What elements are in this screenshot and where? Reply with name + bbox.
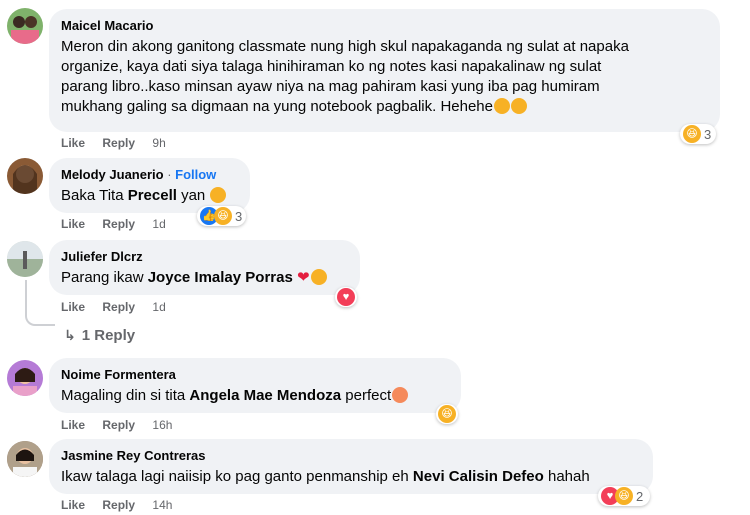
comment-author[interactable]: Juliefer Dlcrz [61,248,348,266]
tagged-user-link[interactable]: Angela Mae Mendoza [189,387,341,404]
avatar[interactable] [7,360,43,396]
comment-actions: Like Reply 1d [61,216,180,232]
reaction-summary[interactable]: 👍 😆 3 [197,206,246,226]
comment-text: Ikaw talaga lagi naiisip ko pag ganto pe… [61,468,590,485]
reply-button[interactable]: Reply [102,498,135,512]
reply-button[interactable]: Reply [102,217,135,231]
comment-actions: Like Reply 16h [61,417,186,433]
haha-emoji-icon [493,98,510,114]
haha-emoji-icon: 😆 [438,405,456,423]
avatar[interactable] [7,8,43,44]
heart-emoji-icon: ❤ [296,269,310,286]
reply-button[interactable]: Reply [102,300,135,314]
comment-author[interactable]: Noime Formentera [61,366,449,384]
avatar[interactable] [7,158,43,194]
tagged-user-link[interactable]: Nevi Calisin Defeo [413,468,544,485]
tagged-user-link[interactable]: Joyce Imalay Porras [148,269,293,286]
haha-emoji-icon: 😆 [214,207,232,225]
comment-bubble: Maicel Macario Meron din akong ganitong … [49,9,720,132]
tagged-user-link[interactable]: Precell [128,187,177,204]
comment-text-line: mukhang galing sa digmaan na yung notebo… [61,97,708,117]
comment-text: Magaling din si tita Angela Mae Mendoza … [61,386,449,406]
like-button[interactable]: Like [61,498,85,512]
comment-actions: Like Reply 9h [61,135,180,151]
reaction-summary[interactable]: 😆 3 [680,124,716,144]
reply-button[interactable]: Reply [102,418,135,432]
haha-emoji-icon [510,98,527,114]
comment-bubble: Noime Formentera Magaling din si tita An… [49,358,461,413]
haha-emoji-icon: 😆 [683,125,701,143]
comment-text-line: parang libro..kaso minsan ayaw niya na m… [61,78,600,95]
comment-bubble: Melody Juanerio · Follow Baka Tita Prece… [49,158,250,213]
heart-eyes-emoji-icon [392,387,409,403]
reply-arrow-icon: ↳ [64,327,76,343]
comment-bubble: Juliefer Dlcrz Parang ikaw Joyce Imalay … [49,240,360,295]
like-button[interactable]: Like [61,136,85,150]
comment-text-line: organize, kaya dati siya talaga hinihira… [61,58,602,75]
comment-author[interactable]: Maicel Macario [61,17,708,35]
comment-text: Baka Tita Precell yan [61,186,238,206]
timestamp[interactable]: 1d [152,300,165,314]
avatar[interactable] [7,241,43,277]
comment-author[interactable]: Melody Juanerio [61,167,164,182]
reaction-count: 3 [235,208,243,224]
comment-text: mukhang galing sa digmaan na yung notebo… [61,98,493,115]
reaction-summary[interactable]: 😆 [436,404,458,424]
reply-button[interactable]: Reply [102,136,135,150]
haha-emoji-icon [210,187,227,203]
comment-actions: Like Reply 1d [61,299,180,315]
view-replies-link[interactable]: ↳ 1 Reply [64,325,135,346]
timestamp[interactable]: 16h [152,418,172,432]
love-emoji-icon: ♥ [337,288,355,306]
reaction-count: 3 [704,126,712,142]
timestamp[interactable]: 9h [152,136,165,150]
comment-text-line: Meron din akong ganitong classmate nung … [61,38,629,55]
like-button[interactable]: Like [61,217,85,231]
reaction-count: 2 [636,488,644,504]
comment-author-row: Melody Juanerio · Follow [61,167,217,182]
timestamp[interactable]: 1d [152,217,165,231]
reaction-summary[interactable]: ♥ [335,287,357,307]
reaction-summary[interactable]: ♥ 😆 2 [598,486,650,506]
like-button[interactable]: Like [61,300,85,314]
like-button[interactable]: Like [61,418,85,432]
haha-emoji-icon: 😆 [615,487,633,505]
grin-emoji-icon [310,269,327,285]
avatar[interactable] [7,441,43,477]
thread-line [25,280,55,326]
timestamp[interactable]: 14h [152,498,172,512]
view-replies-label: 1 Reply [81,327,136,344]
comment-text: Parang ikaw Joyce Imalay Porras ❤ [61,268,348,288]
comment-actions: Like Reply 14h [61,497,186,513]
comment-bubble: Jasmine Rey Contreras Ikaw talaga lagi n… [49,439,653,494]
follow-button[interactable]: Follow [175,167,216,182]
comment-author[interactable]: Jasmine Rey Contreras [61,447,641,465]
